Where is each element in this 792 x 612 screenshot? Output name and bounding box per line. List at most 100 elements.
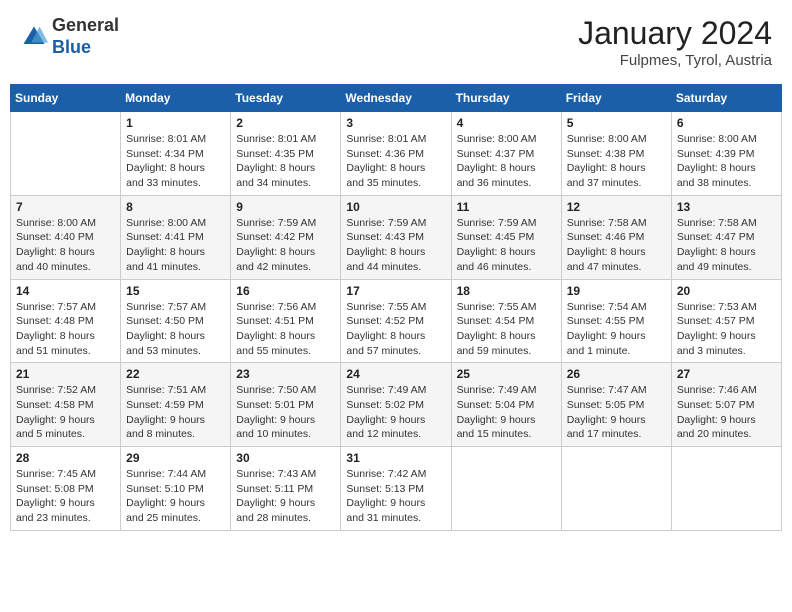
day-info: Sunrise: 7:55 AMSunset: 4:52 PMDaylight:… <box>346 300 445 359</box>
day-number: 23 <box>236 367 335 381</box>
calendar-cell: 27 Sunrise: 7:46 AMSunset: 5:07 PMDayligh… <box>671 363 781 447</box>
day-number: 28 <box>16 451 115 465</box>
weekday-header: Tuesday <box>231 85 341 112</box>
day-info: Sunrise: 8:00 AMSunset: 4:39 PMDaylight:… <box>677 132 776 191</box>
day-number: 30 <box>236 451 335 465</box>
month-year-title: January 2024 <box>578 15 772 52</box>
day-info: Sunrise: 8:01 AMSunset: 4:35 PMDaylight:… <box>236 132 335 191</box>
calendar-cell: 4Sunrise: 8:00 AMSunset: 4:37 PMDaylight… <box>451 112 561 196</box>
day-number: 11 <box>457 200 556 214</box>
calendar-cell: 13 Sunrise: 7:58 AMSunset: 4:47 PMDayligh… <box>671 195 781 279</box>
day-info: Sunrise: 7:50 AMSunset: 5:01 PMDaylight:… <box>236 383 335 442</box>
calendar-cell: 28 Sunrise: 7:45 AMSunset: 5:08 PMDayligh… <box>11 447 121 531</box>
day-info: Sunrise: 7:44 AMSunset: 5:10 PMDaylight:… <box>126 467 225 526</box>
day-number: 16 <box>236 284 335 298</box>
calendar-cell: 14 Sunrise: 7:57 AMSunset: 4:48 PMDayligh… <box>11 279 121 363</box>
location-subtitle: Fulpmes, Tyrol, Austria <box>578 52 772 69</box>
day-info: Sunrise: 7:46 AMSunset: 5:07 PMDaylight:… <box>677 383 776 442</box>
day-info: Sunrise: 7:43 AMSunset: 5:11 PMDaylight:… <box>236 467 335 526</box>
day-number: 18 <box>457 284 556 298</box>
day-number: 7 <box>16 200 115 214</box>
calendar-cell: 16 Sunrise: 7:56 AMSunset: 4:51 PMDayligh… <box>231 279 341 363</box>
weekday-header: Sunday <box>11 85 121 112</box>
calendar-week-row: 21 Sunrise: 7:52 AMSunset: 4:58 PMDayligh… <box>11 363 782 447</box>
calendar-cell <box>11 112 121 196</box>
calendar-cell: 8 Sunrise: 8:00 AMSunset: 4:41 PMDaylight… <box>121 195 231 279</box>
calendar-cell: 17 Sunrise: 7:55 AMSunset: 4:52 PMDayligh… <box>341 279 451 363</box>
day-number: 6 <box>677 116 776 130</box>
calendar-cell: 30 Sunrise: 7:43 AMSunset: 5:11 PMDayligh… <box>231 447 341 531</box>
day-info: Sunrise: 7:57 AMSunset: 4:48 PMDaylight:… <box>16 300 115 359</box>
day-info: Sunrise: 7:57 AMSunset: 4:50 PMDaylight:… <box>126 300 225 359</box>
day-info: Sunrise: 7:58 AMSunset: 4:46 PMDaylight:… <box>567 216 666 275</box>
day-number: 1 <box>126 116 225 130</box>
calendar-cell: 29Sunrise: 7:44 AMSunset: 5:10 PMDayligh… <box>121 447 231 531</box>
calendar-cell <box>561 447 671 531</box>
weekday-header-row: SundayMondayTuesdayWednesdayThursdayFrid… <box>11 85 782 112</box>
day-number: 21 <box>16 367 115 381</box>
calendar-cell: 9 Sunrise: 7:59 AMSunset: 4:42 PMDaylight… <box>231 195 341 279</box>
calendar-cell: 22Sunrise: 7:51 AMSunset: 4:59 PMDayligh… <box>121 363 231 447</box>
calendar-cell: 24Sunrise: 7:49 AMSunset: 5:02 PMDayligh… <box>341 363 451 447</box>
day-info: Sunrise: 7:56 AMSunset: 4:51 PMDaylight:… <box>236 300 335 359</box>
calendar-cell: 2 Sunrise: 8:01 AMSunset: 4:35 PMDaylight… <box>231 112 341 196</box>
day-number: 13 <box>677 200 776 214</box>
calendar-cell: 20 Sunrise: 7:53 AMSunset: 4:57 PMDayligh… <box>671 279 781 363</box>
day-number: 3 <box>346 116 445 130</box>
day-info: Sunrise: 7:59 AMSunset: 4:42 PMDaylight:… <box>236 216 335 275</box>
day-number: 8 <box>126 200 225 214</box>
calendar-cell: 5Sunrise: 8:00 AMSunset: 4:38 PMDaylight… <box>561 112 671 196</box>
calendar-cell: 3Sunrise: 8:01 AMSunset: 4:36 PMDaylight… <box>341 112 451 196</box>
day-info: Sunrise: 8:00 AMSunset: 4:38 PMDaylight:… <box>567 132 666 191</box>
day-info: Sunrise: 8:00 AMSunset: 4:40 PMDaylight:… <box>16 216 115 275</box>
day-info: Sunrise: 7:49 AMSunset: 5:02 PMDaylight:… <box>346 383 445 442</box>
calendar-cell: 25Sunrise: 7:49 AMSunset: 5:04 PMDayligh… <box>451 363 561 447</box>
logo: General Blue <box>20 15 119 58</box>
day-info: Sunrise: 7:54 AMSunset: 4:55 PMDaylight:… <box>567 300 666 359</box>
day-number: 9 <box>236 200 335 214</box>
calendar-week-row: 7 Sunrise: 8:00 AMSunset: 4:40 PMDaylight… <box>11 195 782 279</box>
calendar-week-row: 28 Sunrise: 7:45 AMSunset: 5:08 PMDayligh… <box>11 447 782 531</box>
day-info: Sunrise: 7:52 AMSunset: 4:58 PMDaylight:… <box>16 383 115 442</box>
day-info: Sunrise: 7:59 AMSunset: 4:43 PMDaylight:… <box>346 216 445 275</box>
calendar-week-row: 14 Sunrise: 7:57 AMSunset: 4:48 PMDayligh… <box>11 279 782 363</box>
day-info: Sunrise: 8:01 AMSunset: 4:34 PMDaylight:… <box>126 132 225 191</box>
day-number: 15 <box>126 284 225 298</box>
calendar-cell: 23 Sunrise: 7:50 AMSunset: 5:01 PMDayligh… <box>231 363 341 447</box>
day-number: 17 <box>346 284 445 298</box>
day-info: Sunrise: 7:47 AMSunset: 5:05 PMDaylight:… <box>567 383 666 442</box>
day-info: Sunrise: 7:58 AMSunset: 4:47 PMDaylight:… <box>677 216 776 275</box>
calendar-cell <box>451 447 561 531</box>
day-number: 10 <box>346 200 445 214</box>
day-info: Sunrise: 7:51 AMSunset: 4:59 PMDaylight:… <box>126 383 225 442</box>
calendar-table: SundayMondayTuesdayWednesdayThursdayFrid… <box>10 84 782 531</box>
day-info: Sunrise: 7:55 AMSunset: 4:54 PMDaylight:… <box>457 300 556 359</box>
day-number: 19 <box>567 284 666 298</box>
day-number: 27 <box>677 367 776 381</box>
calendar-cell: 7 Sunrise: 8:00 AMSunset: 4:40 PMDaylight… <box>11 195 121 279</box>
weekday-header: Thursday <box>451 85 561 112</box>
day-info: Sunrise: 7:45 AMSunset: 5:08 PMDaylight:… <box>16 467 115 526</box>
calendar-cell: 31 Sunrise: 7:42 AMSunset: 5:13 PMDayligh… <box>341 447 451 531</box>
day-number: 31 <box>346 451 445 465</box>
day-number: 26 <box>567 367 666 381</box>
day-number: 2 <box>236 116 335 130</box>
calendar-cell: 11 Sunrise: 7:59 AMSunset: 4:45 PMDayligh… <box>451 195 561 279</box>
calendar-cell: 6 Sunrise: 8:00 AMSunset: 4:39 PMDaylight… <box>671 112 781 196</box>
calendar-cell: 19 Sunrise: 7:54 AMSunset: 4:55 PMDayligh… <box>561 279 671 363</box>
weekday-header: Friday <box>561 85 671 112</box>
day-number: 14 <box>16 284 115 298</box>
day-info: Sunrise: 8:00 AMSunset: 4:41 PMDaylight:… <box>126 216 225 275</box>
day-number: 20 <box>677 284 776 298</box>
calendar-cell: 10 Sunrise: 7:59 AMSunset: 4:43 PMDayligh… <box>341 195 451 279</box>
day-info: Sunrise: 7:42 AMSunset: 5:13 PMDaylight:… <box>346 467 445 526</box>
calendar-cell: 1 Sunrise: 8:01 AMSunset: 4:34 PMDaylight… <box>121 112 231 196</box>
logo-icon <box>20 23 48 51</box>
day-number: 12 <box>567 200 666 214</box>
page-header: General Blue January 2024 Fulpmes, Tyrol… <box>10 10 782 74</box>
weekday-header: Wednesday <box>341 85 451 112</box>
title-area: January 2024 Fulpmes, Tyrol, Austria <box>578 15 772 69</box>
day-info: Sunrise: 7:53 AMSunset: 4:57 PMDaylight:… <box>677 300 776 359</box>
day-info: Sunrise: 7:59 AMSunset: 4:45 PMDaylight:… <box>457 216 556 275</box>
day-info: Sunrise: 7:49 AMSunset: 5:04 PMDaylight:… <box>457 383 556 442</box>
